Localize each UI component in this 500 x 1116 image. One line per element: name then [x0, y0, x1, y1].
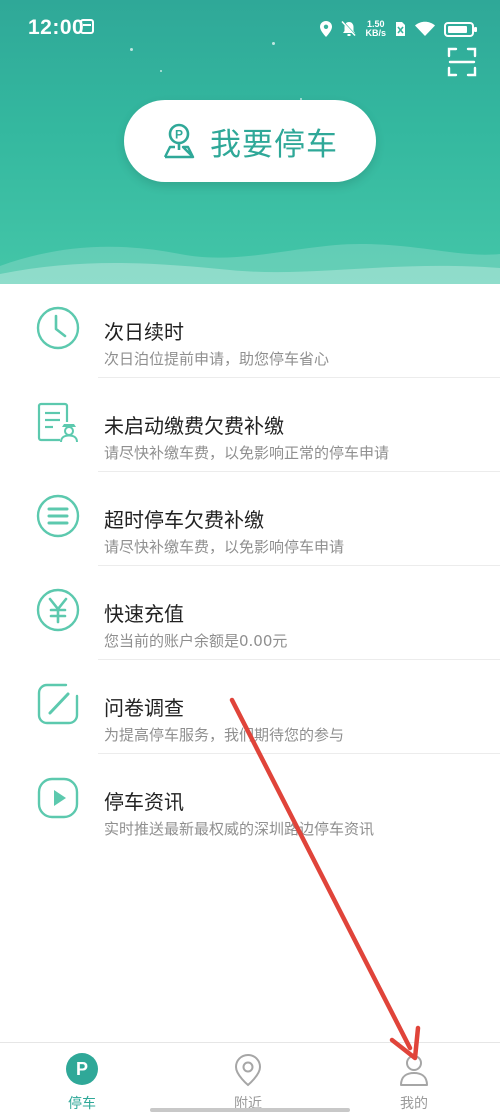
location-pin-icon [234, 1053, 262, 1087]
park-now-button[interactable]: P 我要停车 [124, 100, 376, 182]
menu-item-title: 未启动缴费欠费补缴 [104, 414, 284, 438]
menu-item-subtitle: 为提高停车服务，我们期待您的参与 [104, 726, 345, 744]
menu-item-title: 问卷调查 [104, 696, 184, 720]
menu-item-subtitle: 请尽快补缴车费，以免影响正常的停车申请 [104, 444, 390, 462]
survey-icon [36, 682, 80, 726]
parking-location-icon: P [163, 123, 195, 159]
menu-item-subtitle: 请尽快补缴车费，以免影响停车申请 [104, 538, 345, 556]
menu-item-survey[interactable]: 问卷调查 为提高停车服务，我们期待您的参与 [0, 660, 500, 754]
status-time: 12:00 [28, 16, 85, 39]
battery-icon [444, 21, 477, 37]
mute-bell-icon [341, 20, 358, 37]
home-indicator[interactable] [150, 1108, 350, 1112]
menu-item-subtitle: 次日泊位提前申请，助您停车省心 [104, 350, 330, 368]
menu-item-title: 停车资讯 [104, 790, 184, 814]
tab-label: 我的 [400, 1096, 428, 1112]
header-wave [0, 244, 500, 284]
scan-icon[interactable] [447, 47, 477, 77]
tab-mine[interactable]: 我的 [364, 1043, 464, 1116]
service-menu: 次日续时 次日泊位提前申请，助您停车省心 未启动缴费欠费补缴 请尽快补缴车费，以… [0, 284, 500, 848]
decor-star [160, 70, 162, 72]
status-icons: 1.50 KB/s [319, 16, 477, 42]
calendar-notification-icon [80, 19, 94, 34]
menu-item-unpaid-start-fee[interactable]: 未启动缴费欠费补缴 请尽快补缴车费，以免影响正常的停车申请 [0, 378, 500, 472]
menu-item-next-day-extend[interactable]: 次日续时 次日泊位提前申请，助您停车省心 [0, 284, 500, 378]
menu-item-title: 快速充值 [104, 602, 184, 626]
wifi-icon [415, 21, 435, 36]
tab-label: 停车 [68, 1096, 96, 1112]
location-status-icon [320, 21, 333, 37]
menu-item-quick-recharge[interactable]: 快速充值 您当前的账户余额是0.00元 [0, 566, 500, 660]
menu-item-parking-news[interactable]: 停车资讯 实时推送最新最权威的深圳路边停车资讯 [0, 754, 500, 848]
tab-nearby[interactable]: 附近 [198, 1043, 298, 1116]
parking-tab-icon: P [66, 1053, 98, 1085]
list-icon [36, 494, 80, 538]
user-icon [400, 1055, 428, 1086]
network-speed-unit: KB/s [365, 28, 386, 38]
status-bar: 12:00 1.50 KB/s [0, 0, 500, 60]
network-speed: 1.50 KB/s [365, 20, 386, 38]
svg-text:P: P [175, 128, 183, 142]
bottom-tab-bar: P 停车 附近 我的 [0, 1042, 500, 1116]
menu-item-title: 次日续时 [104, 320, 184, 344]
tab-parking[interactable]: P 停车 [32, 1043, 132, 1116]
park-now-label: 我要停车 [210, 126, 338, 163]
menu-item-subtitle: 您当前的账户余额是0.00元 [104, 632, 288, 650]
menu-item-overtime-fee[interactable]: 超时停车欠费补缴 请尽快补缴车费，以免影响停车申请 [0, 472, 500, 566]
bill-officer-icon [36, 400, 80, 444]
sim-disabled-icon [396, 22, 405, 36]
svg-text:P: P [76, 1059, 88, 1079]
menu-item-title: 超时停车欠费补缴 [104, 508, 264, 532]
yen-icon [36, 588, 80, 632]
menu-item-subtitle: 实时推送最新最权威的深圳路边停车资讯 [104, 820, 375, 838]
play-icon [36, 776, 80, 820]
clock-icon [36, 306, 80, 350]
